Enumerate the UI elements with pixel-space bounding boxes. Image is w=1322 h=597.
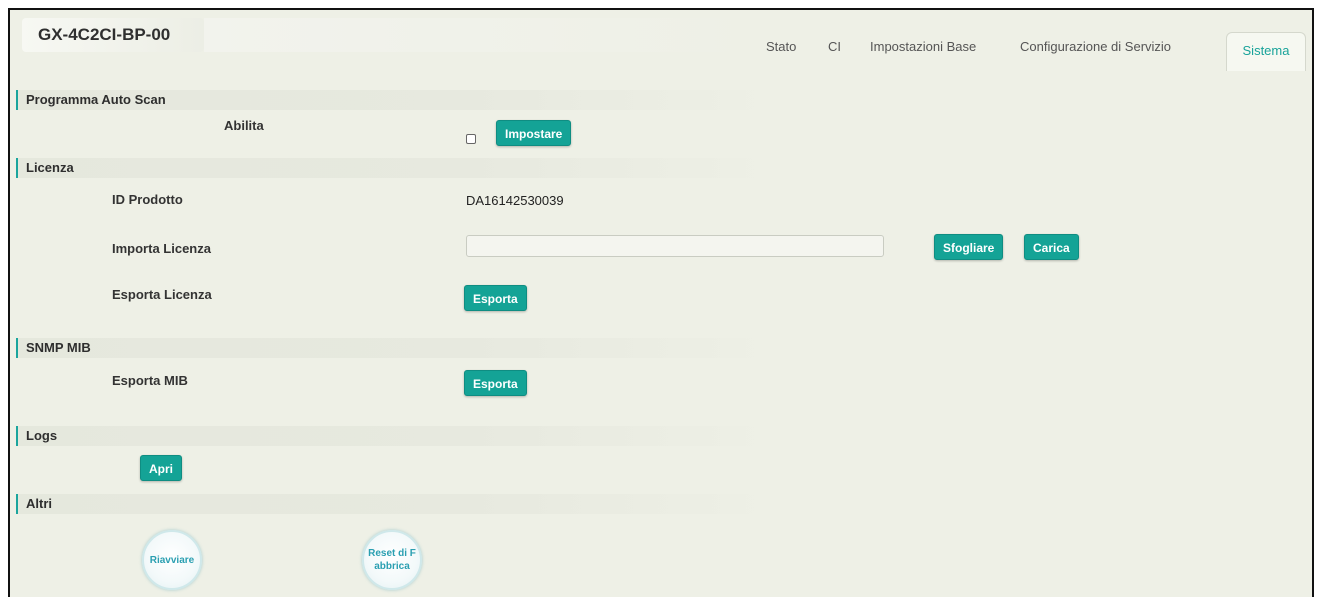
license-file-input[interactable]	[466, 235, 884, 257]
open-logs-button[interactable]: Apri	[140, 455, 182, 481]
export-mib-label: Esporta MIB	[112, 373, 188, 388]
export-license-button[interactable]: Esporta	[464, 285, 527, 311]
export-license-label: Esporta Licenza	[112, 287, 212, 302]
section-snmp-mib: SNMP MIB	[16, 338, 776, 358]
import-license-label: Importa Licenza	[112, 241, 211, 256]
tab-configurazione-di-servizio[interactable]: Configurazione di Servizio	[1020, 32, 1171, 70]
export-mib-button[interactable]: Esporta	[464, 370, 527, 396]
header-bar: GX-4C2CI-BP-00 Stato CI Impostazioni Bas…	[10, 10, 1312, 71]
device-title: GX-4C2CI-BP-00	[22, 18, 204, 52]
main-window: GX-4C2CI-BP-00 Stato CI Impostazioni Bas…	[8, 8, 1314, 597]
factory-reset-button[interactable]: Reset di Fabbrica	[362, 530, 422, 590]
set-schedule-button[interactable]: Impostare	[496, 120, 572, 146]
enable-checkbox[interactable]	[466, 134, 476, 144]
tab-sistema[interactable]: Sistema	[1226, 32, 1306, 71]
tab-ci[interactable]: CI	[828, 32, 841, 70]
section-license: Licenza	[16, 158, 776, 178]
upload-button[interactable]: Carica	[1024, 234, 1079, 260]
enable-label: Abilita	[224, 118, 264, 133]
section-others: Altri	[16, 494, 776, 514]
section-auto-scan: Programma Auto Scan	[16, 90, 776, 110]
tab-impostazioni-base[interactable]: Impostazioni Base	[870, 32, 976, 70]
title-strip	[204, 18, 774, 52]
product-id-label: ID Prodotto	[112, 192, 183, 207]
tab-stato[interactable]: Stato	[766, 32, 796, 70]
nav-tabs: Stato CI Impostazioni Base Configurazion…	[746, 32, 1306, 71]
product-id-value: DA16142530039	[466, 193, 564, 208]
section-logs: Logs	[16, 426, 776, 446]
browse-button[interactable]: Sfogliare	[934, 234, 1004, 260]
restart-button[interactable]: Riavviare	[142, 530, 202, 590]
